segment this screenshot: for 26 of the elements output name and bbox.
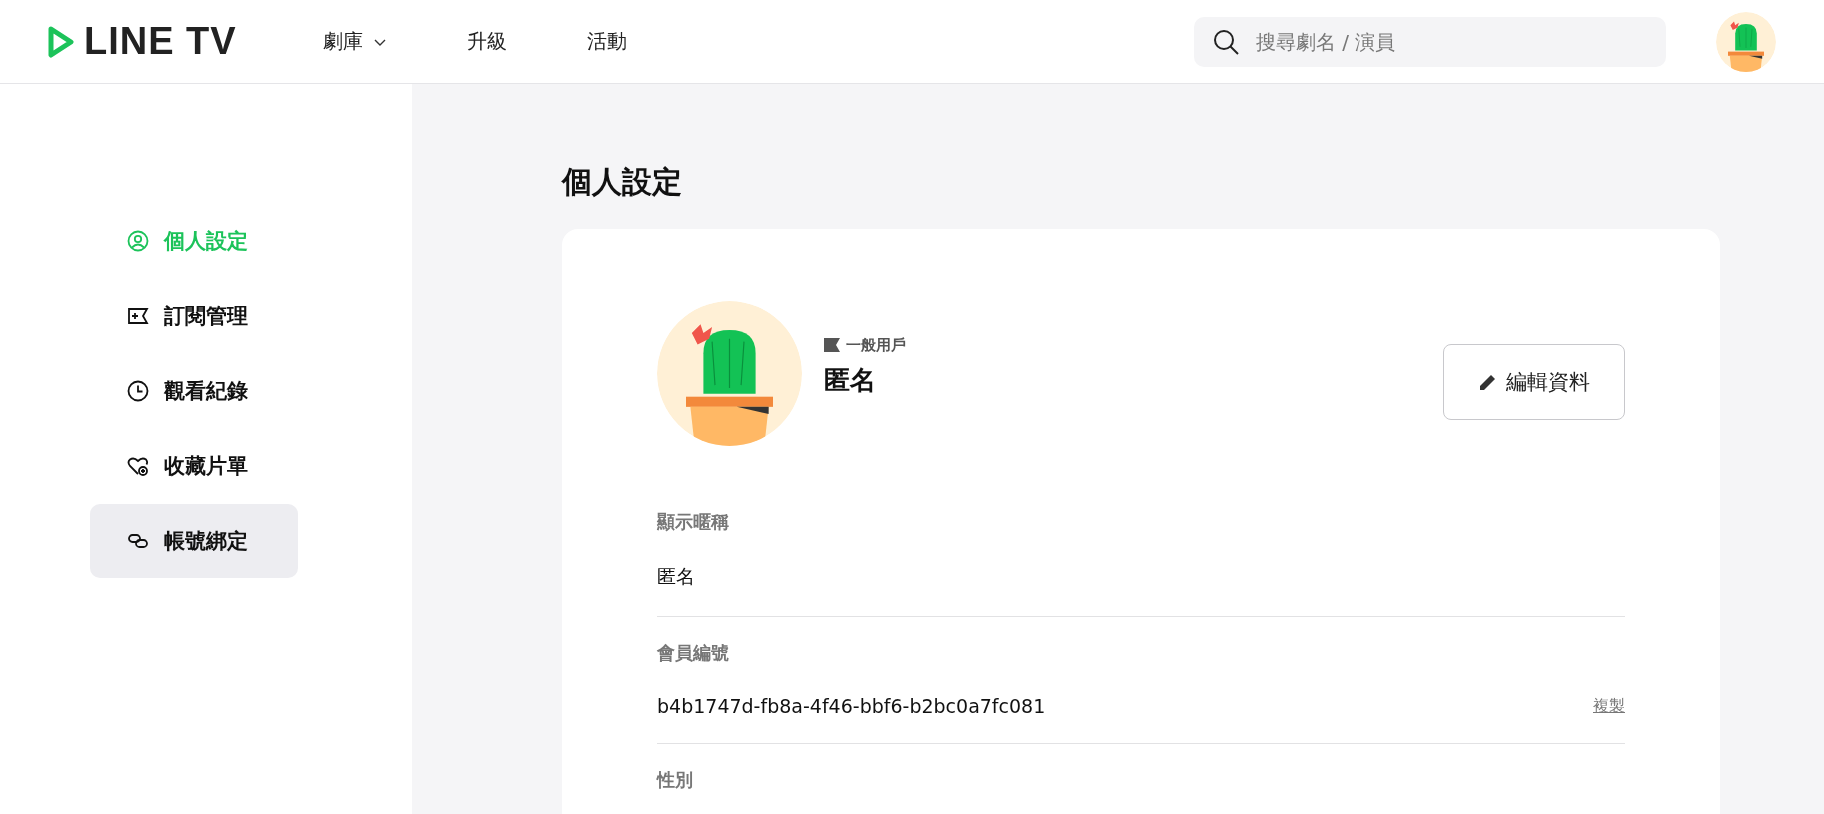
cactus-avatar-icon: [657, 301, 802, 446]
nav-link[interactable]: 升級: [450, 28, 523, 55]
sidebar-item[interactable]: 訂閱管理: [90, 279, 298, 353]
edit-profile-button[interactable]: 編輯資料: [1443, 343, 1625, 420]
play-icon: [48, 25, 74, 58]
field-value: b4b1747d-fb8a-4f46-bbf6-b2bc0a7fc081: [657, 695, 1046, 717]
sidebar-item[interactable]: 收藏片單: [90, 429, 298, 503]
page-title: 個人設定: [562, 163, 683, 201]
field-label: 會員編號: [657, 641, 730, 665]
search-icon: [1212, 27, 1240, 56]
field-label: 性別: [657, 768, 694, 792]
user-name: 匿名: [824, 363, 877, 397]
logo-text[interactable]: LINE TV: [84, 20, 237, 63]
nav-link[interactable]: 劇庫: [306, 28, 403, 55]
flag-icon: [824, 338, 840, 352]
person-icon: [126, 229, 150, 253]
search-field[interactable]: 搜尋劇名 / 演員: [1194, 16, 1666, 67]
sidebar-item[interactable]: 帳號綁定: [90, 504, 298, 578]
copy-link[interactable]: 複製: [1593, 695, 1625, 717]
user-type-label: 一般用戶: [846, 335, 906, 355]
cactus-avatar-icon: [1716, 11, 1776, 72]
nav-link[interactable]: 活動: [570, 28, 643, 55]
field-label: 顯示暱稱: [657, 510, 730, 534]
clock-icon: [126, 379, 150, 403]
sidebar-item[interactable]: 觀看紀錄: [90, 354, 298, 428]
field-value: 匿名: [657, 564, 695, 589]
